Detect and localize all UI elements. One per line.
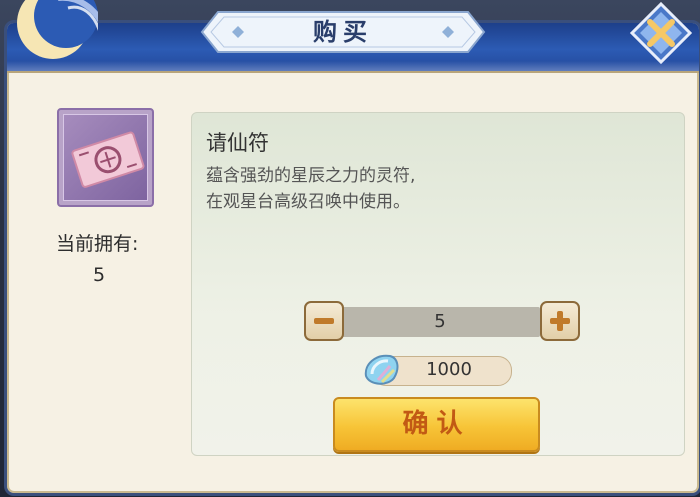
gem-icon	[364, 354, 399, 385]
decrease-quantity-button[interactable]	[304, 301, 344, 341]
dialog-title: 购买	[313, 17, 373, 46]
increase-quantity-button[interactable]	[540, 301, 580, 341]
item-name: 请仙符	[206, 131, 269, 155]
item-slot	[57, 108, 154, 207]
minus-icon	[314, 318, 334, 324]
confirm-label: 确认	[402, 409, 471, 439]
owned-count: 5	[93, 264, 106, 286]
quantity-value: 5	[434, 311, 446, 332]
owned-label: 当前拥有:	[56, 233, 139, 255]
item-description-line-2: 在观星台高级召唤中使用。	[206, 192, 410, 212]
item-description-line-1: 蕴含强劲的星辰之力的灵符,	[206, 166, 416, 186]
moon-ornament-icon	[17, 0, 98, 59]
confirm-button[interactable]: 确认	[333, 397, 540, 452]
price-value: 1000	[426, 359, 472, 380]
close-button[interactable]	[626, 0, 696, 66]
close-x-icon	[629, 1, 693, 65]
item-description: 蕴含强劲的星辰之力的灵符, 在观星台高级召唤中使用。	[206, 163, 506, 215]
talisman-icon	[71, 131, 145, 188]
